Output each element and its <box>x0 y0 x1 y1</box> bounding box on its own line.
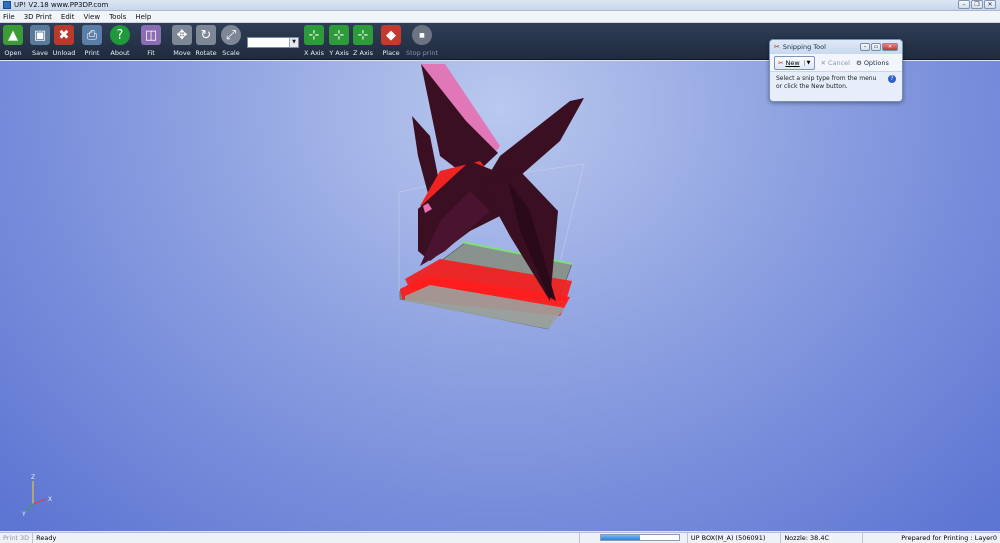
menu-3d-print[interactable]: 3D Print <box>24 13 52 21</box>
progress-fill <box>601 535 640 540</box>
menu-help[interactable]: Help <box>135 13 151 21</box>
open-icon: ▲ <box>3 25 23 45</box>
options-icon: ⚙ <box>855 58 862 67</box>
print-icon: ⎙ <box>82 25 102 45</box>
rotate-icon: ↻ <box>196 25 216 45</box>
move-button[interactable]: ✥ Move <box>169 25 195 57</box>
scale-button[interactable]: ⤢ Scale <box>218 25 244 57</box>
x-axis-button[interactable]: ⊹ X Axis <box>301 25 327 57</box>
window-titlebar: UP! V2.18 www.PP3DP.com – ❐ ✕ <box>0 0 1000 11</box>
scale-icon: ⤢ <box>221 25 241 45</box>
window-controls: – ❐ ✕ <box>958 0 996 9</box>
z-axis-icon: ⊹ <box>353 25 373 45</box>
snipping-tool-message: Select a snip type from the menu or clic… <box>770 72 902 94</box>
chevron-down-icon[interactable]: ▼ <box>289 38 298 47</box>
scale-dropdown[interactable]: ▼ <box>247 37 299 48</box>
snip-maximize-button[interactable]: ▭ <box>871 43 881 51</box>
status-mode: Print 3D <box>0 532 34 543</box>
3d-viewport[interactable]: X Y Z <box>0 61 1000 531</box>
snipping-tool-toolbar: ✂ New ▼ ✕ Cancel ⚙ Options <box>770 54 902 72</box>
save-icon: ▣ <box>30 25 50 45</box>
snipping-tool-controls: – ▭ ✕ <box>860 43 898 51</box>
menu-edit[interactable]: Edit <box>61 13 75 21</box>
help-icon[interactable]: ? <box>888 75 896 83</box>
about-button[interactable]: ? About <box>107 25 133 57</box>
unload-button[interactable]: ✖ Unload <box>51 25 77 57</box>
snip-new-button[interactable]: ✂ New ▼ <box>774 55 815 70</box>
axis-labels: X Y Z <box>21 474 52 518</box>
maximize-button[interactable]: ❐ <box>971 0 983 9</box>
y-axis-button[interactable]: ⊹ Y Axis <box>326 25 352 57</box>
about-icon: ? <box>110 25 130 45</box>
menu-tools[interactable]: Tools <box>109 13 126 21</box>
window-title: UP! V2.18 www.PP3DP.com <box>14 1 109 9</box>
menu-view[interactable]: View <box>83 13 100 21</box>
move-icon: ✥ <box>172 25 192 45</box>
stop-icon: ■ <box>412 25 432 45</box>
z-axis-button[interactable]: ⊹ Z Axis <box>350 25 376 57</box>
open-button[interactable]: ▲ Open <box>0 25 26 57</box>
status-nozzle: Nozzle: 38.4C <box>781 532 864 543</box>
menu-file[interactable]: File <box>3 13 15 21</box>
chevron-down-icon[interactable]: ▼ <box>803 59 811 66</box>
axis-label-y: Y <box>21 511 26 518</box>
snipping-tool-title: Snipping Tool <box>782 43 826 51</box>
status-state: Ready <box>36 534 57 542</box>
axis-label-x: X <box>48 496 52 503</box>
save-button[interactable]: ▣ Save <box>27 25 53 57</box>
place-icon: ◆ <box>381 25 401 45</box>
unload-icon: ✖ <box>54 25 74 45</box>
snip-cancel-button[interactable]: ✕ Cancel <box>821 59 850 67</box>
close-button[interactable]: ✕ <box>984 0 996 9</box>
stop-print-button[interactable]: ■ Stop print <box>406 25 438 57</box>
snipping-tool-titlebar: ✂ Snipping Tool – ▭ ✕ <box>770 40 902 54</box>
progress-bar <box>600 534 680 541</box>
x-axis-icon: ⊹ <box>304 25 324 45</box>
fit-button[interactable]: ◫ Fit <box>138 25 164 57</box>
y-axis-icon: ⊹ <box>329 25 349 45</box>
snip-new-icon: ✂ <box>778 58 784 67</box>
menu-bar: File 3D Print Edit View Tools Help <box>0 11 1000 23</box>
cancel-icon: ✕ <box>820 58 826 67</box>
print-button[interactable]: ⎙ Print <box>79 25 105 57</box>
status-bar: Print 3D Ready UP BOX(M_A) (506091) Nozz… <box>0 532 1000 543</box>
axis-label-z: Z <box>31 474 35 481</box>
minimize-button[interactable]: – <box>958 0 970 9</box>
snip-close-button[interactable]: ✕ <box>882 43 898 51</box>
snip-minimize-button[interactable]: – <box>860 43 870 51</box>
app-icon <box>3 1 11 9</box>
snip-options-button[interactable]: ⚙ Options <box>856 59 889 67</box>
status-printer: UP BOX(M_A) (506091) <box>688 532 782 543</box>
model-scene: X Y Z <box>21 64 586 518</box>
scissors-icon: ✂ <box>774 43 780 51</box>
fit-icon: ◫ <box>141 25 161 45</box>
axis-indicator <box>25 481 47 512</box>
rotate-button[interactable]: ↻ Rotate <box>193 25 219 57</box>
snipping-tool-window: ✂ Snipping Tool – ▭ ✕ ✂ New ▼ ✕ Cancel ⚙… <box>769 39 903 102</box>
place-button[interactable]: ◆ Place <box>378 25 404 57</box>
status-print-state: Prepared for Printing : Layer0 <box>901 534 997 542</box>
